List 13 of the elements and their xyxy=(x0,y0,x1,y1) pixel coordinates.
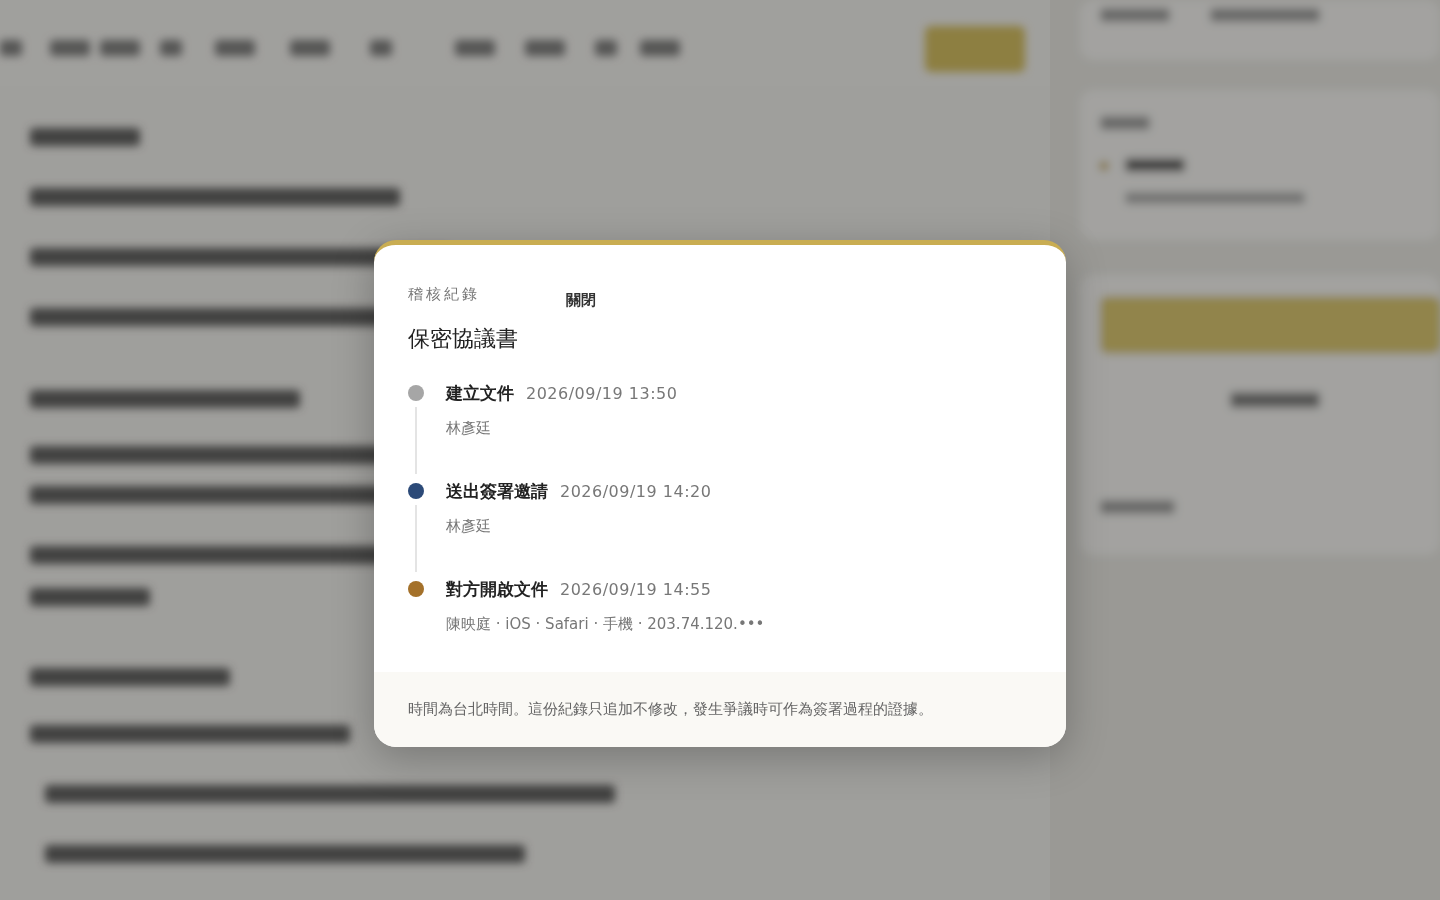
event-time: 2026/09/19 13:50 xyxy=(526,384,678,403)
event-action: 建立文件 xyxy=(446,382,514,405)
event-detail: 林彥廷 xyxy=(446,517,492,536)
footer-note: 時間為台北時間。這份紀錄只追加不修改，發生爭議時可作為簽署過程的證據。 xyxy=(374,672,1066,747)
dialog-eyebrow: 稽核紀錄 xyxy=(408,285,480,304)
event-detail: 林彥廷 xyxy=(446,419,492,438)
event-action: 對方開啟文件 xyxy=(446,578,548,601)
event-action: 送出簽署邀請 xyxy=(446,480,548,503)
event-time: 2026/09/19 14:20 xyxy=(560,482,712,501)
document-title: 保密協議書 xyxy=(408,325,519,353)
close-button[interactable]: 關閉 xyxy=(566,291,596,310)
event-time: 2026/09/19 14:55 xyxy=(560,580,712,599)
event-detail: 陳映庭 · iOS · Safari · 手機 · 203.74.120.••• xyxy=(446,615,765,634)
